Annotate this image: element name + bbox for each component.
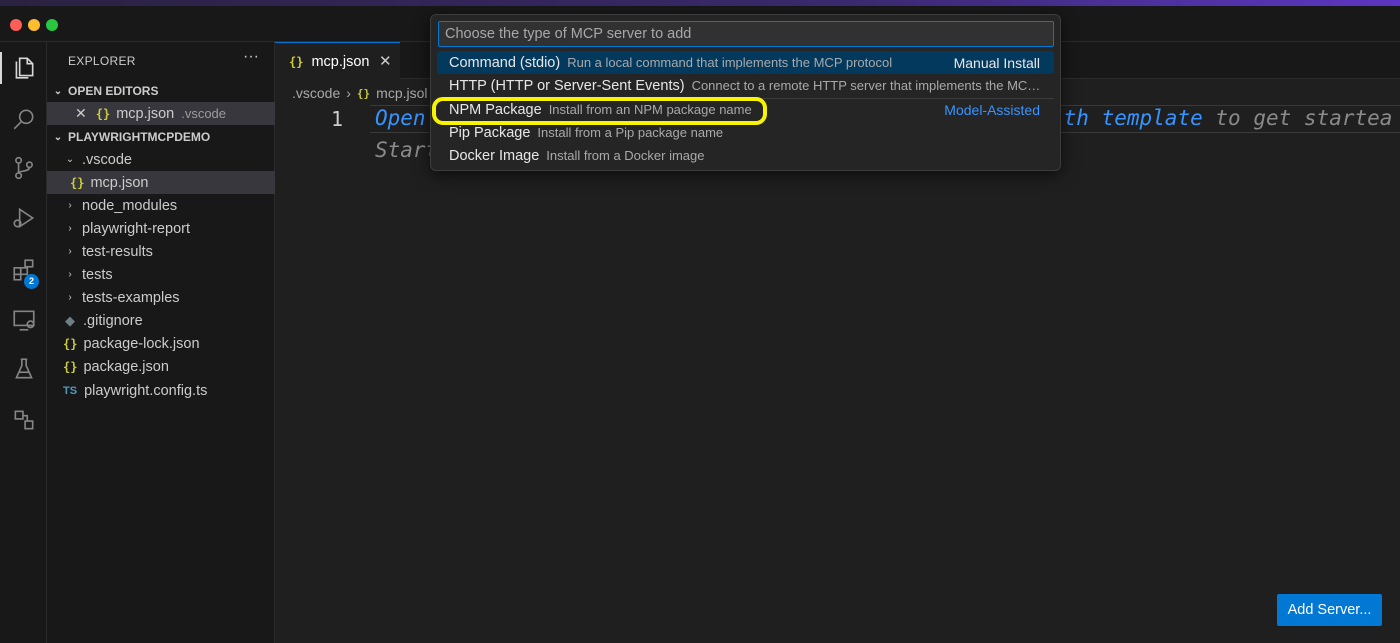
mcp-servers-icon[interactable] [0, 400, 47, 440]
workspace-header[interactable]: ⌄ PLAYWRIGHTMCPDEMO [47, 126, 275, 148]
chevron-right-icon: › [68, 200, 72, 211]
chevron-down-icon: ⌄ [53, 85, 63, 97]
tree-folder-vscode[interactable]: ⌄ .vscode [47, 148, 275, 171]
chevron-right-icon: › [68, 246, 72, 257]
remote-explorer-icon[interactable] [0, 300, 47, 340]
json-file-icon: {} [356, 86, 371, 100]
json-file-icon: {} [70, 175, 85, 190]
more-actions-icon[interactable]: ··· [243, 48, 259, 66]
tree-folder-tests[interactable]: › tests [47, 263, 275, 286]
tree-folder-test-results[interactable]: › test-results [47, 240, 275, 263]
manual-install-label: Manual Install [953, 54, 1040, 71]
chevron-right-icon: › [68, 269, 72, 280]
explorer-icon[interactable] [0, 48, 47, 88]
source-control-icon[interactable] [0, 148, 47, 188]
extensions-badge: 2 [24, 274, 39, 289]
explorer-sidebar: EXPLORER ··· ⌄ OPEN EDITORS ✕ {} mcp.jso… [47, 42, 275, 643]
json-file-icon: {} [63, 359, 78, 374]
tree-file-package-json[interactable]: {} package.json [47, 355, 275, 378]
model-assisted-label: Model-Assisted [944, 101, 1040, 118]
tree-file-package-lock-json[interactable]: {} package-lock.json [47, 332, 275, 355]
quick-pick-item-http[interactable]: HTTP (HTTP or Server-Sent Events) Connec… [437, 74, 1054, 97]
typescript-file-icon: TS [63, 384, 78, 397]
tree-file-playwright-config[interactable]: TS playwright.config.ts [47, 379, 275, 402]
git-file-icon: ◆ [65, 312, 75, 328]
activity-bar: 2 [0, 42, 47, 643]
line-number: 1 [331, 107, 344, 131]
run-debug-icon[interactable] [0, 198, 47, 238]
close-window-button[interactable] [10, 19, 22, 31]
explorer-title: EXPLORER [68, 54, 136, 68]
tree-file-gitignore[interactable]: ◆ .gitignore [47, 309, 275, 332]
json-file-icon: {} [95, 106, 111, 121]
quick-pick-input[interactable] [438, 21, 1054, 47]
chevron-right-icon: › [346, 85, 351, 101]
quick-pick-item-docker-image[interactable]: Docker Image Install from a Docker image [437, 144, 1054, 167]
breadcrumb-file[interactable]: mcp.jsol [376, 85, 427, 101]
json-file-icon: {} [63, 336, 78, 351]
tree-file-mcp-json[interactable]: {} mcp.json [47, 171, 275, 194]
editor-ghost-text-line2[interactable]: Start [375, 138, 438, 162]
extensions-icon[interactable]: 2 [0, 250, 47, 290]
editor-ghost-text-line1-end[interactable]: ith template to get startea [1051, 106, 1392, 130]
minimize-window-button[interactable] [28, 19, 40, 31]
chevron-right-icon: › [68, 223, 72, 234]
json-file-icon: {} [289, 54, 304, 69]
testing-icon[interactable] [0, 349, 47, 389]
close-icon[interactable]: ✕ [379, 52, 392, 70]
tree-folder-tests-examples[interactable]: › tests-examples [47, 286, 275, 309]
close-icon[interactable]: ✕ [75, 105, 87, 122]
annotation-highlight-outline [432, 97, 767, 125]
open-editor-item[interactable]: ✕ {} mcp.json .vscode [47, 102, 275, 125]
search-icon[interactable] [0, 99, 47, 139]
breadcrumb: .vscode › {} mcp.jsol [292, 82, 428, 104]
editor-ghost-text-line1[interactable]: Open [375, 106, 426, 130]
add-server-button[interactable]: Add Server... [1277, 594, 1382, 626]
tab-label: mcp.json [311, 53, 370, 70]
chevron-right-icon: › [68, 292, 72, 303]
tree-folder-node-modules[interactable]: › node_modules [47, 194, 275, 217]
tab-mcp-json[interactable]: {} mcp.json ✕ [275, 42, 400, 80]
chevron-down-icon: ⌄ [65, 154, 75, 165]
chevron-down-icon: ⌄ [53, 131, 63, 143]
breadcrumb-folder[interactable]: .vscode [292, 85, 340, 101]
quick-pick-dialog: Command (stdio) Run a local command that… [430, 14, 1061, 171]
open-editors-header[interactable]: ⌄ OPEN EDITORS [47, 80, 275, 102]
tree-folder-playwright-report[interactable]: › playwright-report [47, 217, 275, 240]
zoom-window-button[interactable] [46, 19, 58, 31]
quick-pick-item-command-stdio[interactable]: Command (stdio) Run a local command that… [437, 51, 1054, 74]
